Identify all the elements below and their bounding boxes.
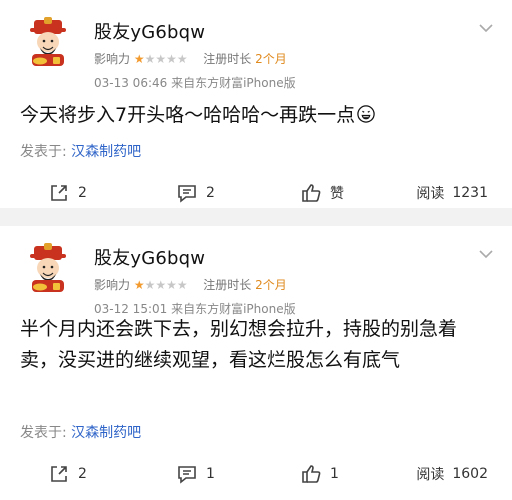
source-line: 发表于: 汉森制药吧 [20, 141, 141, 161]
comment-icon [178, 185, 196, 203]
comment-button[interactable]: 1 [176, 459, 215, 489]
read-label: 阅读 [416, 186, 445, 202]
influence-stars: ★★★★★ [133, 278, 188, 292]
user-meta: 影响力 ★★★★★ 注册时长 2个月 [94, 50, 287, 67]
influence-stars: ★★★★★ [133, 52, 188, 66]
share-button[interactable]: 2 [48, 178, 87, 208]
chevron-down-icon[interactable] [478, 248, 494, 260]
share-icon [51, 185, 67, 201]
like-count: 1 [330, 466, 339, 482]
share-icon [51, 466, 67, 482]
like-button[interactable]: 赞 [300, 178, 344, 208]
influence-label: 影响力 [94, 52, 131, 66]
read-count: 阅读 1602 [416, 459, 488, 489]
reg-label: 注册时长 [203, 278, 252, 292]
post-text: 今天将步入7开头咯～哈哈哈～再跌一点 [20, 104, 356, 126]
source-line: 发表于: 汉森制药吧 [20, 422, 141, 442]
share-count: 2 [78, 466, 87, 482]
source-bar-link[interactable]: 汉森制药吧 [71, 425, 141, 441]
chevron-down-icon[interactable] [478, 22, 494, 34]
like-label: 赞 [330, 186, 344, 202]
user-meta: 影响力 ★★★★★ 注册时长 2个月 [94, 276, 287, 293]
read-value: 1231 [452, 185, 488, 201]
read-value: 1602 [452, 466, 488, 482]
comment-icon [178, 466, 196, 484]
post-time: 03-13 06:46 [94, 76, 168, 90]
thumbs-up-icon [302, 465, 321, 483]
reg-value: 2个月 [255, 278, 287, 292]
source-label: 发表于: [20, 425, 67, 441]
share-button[interactable]: 2 [48, 459, 87, 489]
action-bar: 2 1 1 阅读 1602 [0, 459, 512, 489]
comment-button[interactable]: 2 [176, 178, 215, 208]
avatar-icon[interactable] [20, 240, 76, 296]
username[interactable]: 股友yG6bqw [94, 244, 205, 270]
read-label: 阅读 [416, 467, 445, 483]
post-card: 股友yG6bqw 影响力 ★★★★★ 注册时长 2个月 03-13 06:46 … [0, 0, 512, 208]
read-count: 阅读 1231 [416, 178, 488, 208]
share-count: 2 [78, 185, 87, 201]
action-bar: 2 2 赞 阅读 1231 [0, 178, 512, 208]
post-content[interactable]: 半个月内还会跌下去，别幻想会拉升，持股的别急着卖，没买进的继续观望，看这烂股怎么… [20, 314, 492, 376]
username[interactable]: 股友yG6bqw [94, 18, 205, 44]
post-card: 股友yG6bqw 影响力 ★★★★★ 注册时长 2个月 03-12 15:01 … [0, 226, 512, 500]
comment-count: 2 [206, 185, 215, 201]
like-button[interactable]: 1 [300, 459, 339, 489]
thumbs-up-icon [302, 184, 321, 202]
post-client: 来自东方财富iPhone版 [171, 76, 296, 90]
source-label: 发表于: [20, 144, 67, 160]
avatar-icon[interactable] [20, 14, 76, 70]
reg-label: 注册时长 [203, 52, 252, 66]
reg-value: 2个月 [255, 52, 287, 66]
grinning-face-emoji [357, 105, 375, 123]
post-meta: 03-13 06:46 来自东方财富iPhone版 [94, 74, 296, 91]
post-content[interactable]: 今天将步入7开头咯～哈哈哈～再跌一点 [20, 100, 492, 131]
source-bar-link[interactable]: 汉森制药吧 [71, 144, 141, 160]
comment-count: 1 [206, 466, 215, 482]
influence-label: 影响力 [94, 278, 131, 292]
